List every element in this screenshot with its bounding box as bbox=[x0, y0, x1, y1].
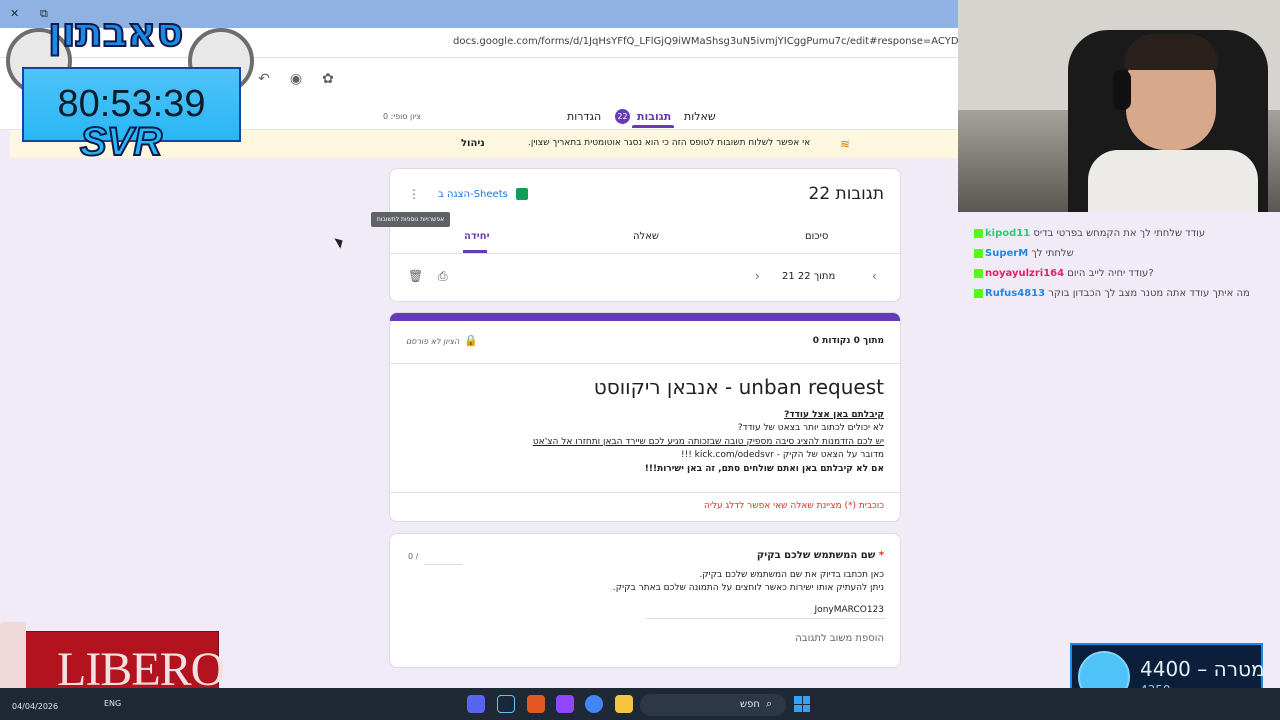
chat-text: שלחתי לך bbox=[1031, 248, 1074, 259]
chat-message: noyayulzri164 עודד יחיה לייב היום? bbox=[974, 268, 1154, 279]
responses-count-badge: 22 bbox=[615, 109, 630, 124]
divider bbox=[390, 253, 900, 254]
chat-overlay: kipod11 עודד שלחתי לך את הקמחש בפרטי בדי… bbox=[968, 212, 1280, 312]
discord-icon[interactable] bbox=[467, 695, 485, 713]
chat-username: noyayulzri164 bbox=[985, 268, 1065, 279]
form-description-line: לא יכולים לכתוב יותר בצאט של עודד? bbox=[737, 423, 884, 433]
chat-text: עודד שלחתי לך את הקמחש בפרטי בדיס bbox=[1033, 228, 1206, 239]
preview-eye-icon[interactable]: ◉ bbox=[287, 70, 305, 88]
chat-message: Rufus4813 מה איתך עודד אתה מטנר מצב לך ה… bbox=[974, 288, 1250, 299]
tab-responses[interactable]: תגובות bbox=[637, 110, 671, 123]
question-score: 0 / bbox=[408, 552, 419, 561]
view-in-sheets-link[interactable]: הצגה ב-Sheets bbox=[438, 189, 508, 200]
chat-text: מה איתך עודד אתה מטנר מצב לך הכבדון בוקר bbox=[1048, 288, 1250, 299]
print-icon[interactable]: ⎙ bbox=[438, 269, 448, 284]
kick-badge-icon bbox=[974, 228, 983, 238]
subathon-logo-text: סאבתון bbox=[47, 9, 184, 57]
chat-text: עודד יחיה לייב היום? bbox=[1067, 268, 1154, 279]
streamer-hair bbox=[1124, 34, 1218, 70]
question-description: כאן תכתבו בדיוק את שם המשתמש שלכם בקיק. bbox=[699, 570, 884, 580]
delete-icon[interactable]: 🗑 bbox=[408, 269, 423, 283]
more-options-icon[interactable]: ⋮ bbox=[408, 187, 420, 201]
subtab-summary[interactable]: סיכום bbox=[805, 231, 828, 242]
form-description-line: קיבלתם באן אצל עודד? bbox=[784, 410, 884, 420]
steam-icon[interactable] bbox=[497, 695, 515, 713]
question-title: * שם המשתמש שלכם בקיק bbox=[757, 550, 884, 561]
lock-icon: 🔒 bbox=[464, 334, 478, 347]
taskbar-date: 04/04/2026 bbox=[12, 702, 59, 711]
kick-badge-icon bbox=[974, 248, 983, 258]
search-placeholder: חפש bbox=[740, 699, 760, 710]
kick-badge-icon bbox=[974, 288, 983, 298]
chevron-right-icon[interactable]: › bbox=[755, 269, 760, 283]
required-mark: * bbox=[878, 550, 884, 561]
score-input-line[interactable] bbox=[424, 564, 462, 565]
form-description-line: מדובר על הצאט של הקיק - kick.com/odedsvr… bbox=[680, 450, 884, 460]
subtab-question[interactable]: שאלה bbox=[633, 231, 659, 242]
mouse-cursor bbox=[334, 235, 346, 249]
window-icon[interactable]: ⧉ bbox=[40, 7, 48, 21]
active-tab-underline bbox=[632, 125, 674, 128]
responses-title: 22 תגובות bbox=[808, 184, 885, 204]
more-options-tooltip: אפשרויות נוספות לתשובות bbox=[371, 212, 450, 227]
answer-underline bbox=[646, 618, 886, 619]
divider bbox=[390, 363, 900, 364]
responses-summary-card: 22 תגובות ⋮ הצגה ב-Sheets סיכום שאלה יחי… bbox=[389, 168, 901, 302]
subathon-logo: סאבתון bbox=[47, 9, 223, 60]
chevron-left-icon[interactable]: ‹ bbox=[872, 269, 877, 283]
manage-button[interactable]: ניהול bbox=[461, 138, 485, 149]
webcam-feed bbox=[958, 0, 1280, 212]
chrome-icon[interactable] bbox=[585, 695, 603, 713]
banner-message: אי אפשר לשלוח תשובות לטופס הזה כי הוא נס… bbox=[528, 138, 811, 148]
palette-icon[interactable]: ✿ bbox=[319, 70, 337, 88]
response-pager: 21 מתוך 22 bbox=[782, 271, 836, 282]
app-icon[interactable] bbox=[527, 695, 545, 713]
perfume-bottle-image bbox=[0, 622, 26, 692]
chat-username: SuperM bbox=[985, 248, 1029, 259]
subtab-individual[interactable]: יחידה bbox=[464, 231, 490, 242]
chat-username: kipod11 bbox=[985, 228, 1031, 239]
url-text[interactable]: docs.google.com/forms/d/1JqHsYFfQ_LFlGjQ… bbox=[453, 36, 958, 47]
question-card: * שם המשתמש שלכם בקיק 0 / כאן תכתבו בדיו… bbox=[389, 533, 901, 668]
tab-questions[interactable]: שאלות bbox=[684, 110, 716, 123]
form-description-line: אם לא קיבלתם באן ואתם שולחים סתם, זה באן… bbox=[644, 464, 884, 474]
chat-message: kipod11 עודד שלחתי לך את הקמחש בפרטי בדי… bbox=[974, 228, 1205, 239]
points-label: 0 מתוך 0 נקודות bbox=[812, 336, 884, 346]
streamer-shirt bbox=[1088, 150, 1258, 212]
undo-icon[interactable]: ↶ bbox=[255, 70, 273, 88]
windows-start-icon[interactable] bbox=[794, 696, 810, 712]
total-score: ציון סופי: 0 bbox=[383, 112, 421, 121]
file-explorer-icon[interactable] bbox=[615, 695, 633, 713]
sheets-icon[interactable] bbox=[516, 188, 528, 200]
form-header-card: 0 מתוך 0 נקודות 🔒 הציון לא פורסם אנבאן ר… bbox=[389, 312, 901, 522]
closed-form-icon: ≋ bbox=[840, 137, 851, 151]
form-accent-bar bbox=[390, 313, 900, 321]
goal-target: 4400 – מטרה bbox=[1140, 657, 1265, 681]
search-icon: ⌕ bbox=[766, 697, 773, 710]
question-title-text: שם המשתמש שלכם בקיק bbox=[756, 550, 876, 561]
question-description: ניתן להעתיק אותו ישירות כאשר לוחצים על ה… bbox=[612, 583, 884, 593]
answer-value: JonyMARCO123 bbox=[814, 605, 884, 615]
channel-logo: SVR bbox=[79, 119, 163, 165]
chat-username: Rufus4813 bbox=[985, 288, 1046, 299]
form-description-line: יש לכם הזדמנות להציג סיבה מספיק טובה שבז… bbox=[532, 437, 884, 447]
taskbar-search[interactable]: חפש ⌕ bbox=[640, 694, 786, 716]
obs-icon[interactable] bbox=[556, 695, 574, 713]
language-indicator[interactable]: ENG bbox=[104, 699, 121, 708]
headset bbox=[1113, 70, 1131, 110]
unpublished-score: הציון לא פורסם bbox=[406, 337, 460, 346]
kick-badge-icon bbox=[974, 268, 983, 278]
form-title: אנבאן ריקווסט - unban request bbox=[593, 375, 884, 399]
divider bbox=[390, 492, 900, 493]
tab-settings[interactable]: הגדרות bbox=[567, 110, 601, 123]
add-feedback-button[interactable]: הוספת משוב לתגובה bbox=[795, 633, 884, 644]
chat-message: SuperM שלחתי לך bbox=[974, 248, 1074, 259]
close-icon[interactable]: ✕ bbox=[10, 7, 19, 20]
required-note: כוכבית (*) מציינת שאלה שאי אפשר לדלג עלי… bbox=[703, 501, 884, 511]
